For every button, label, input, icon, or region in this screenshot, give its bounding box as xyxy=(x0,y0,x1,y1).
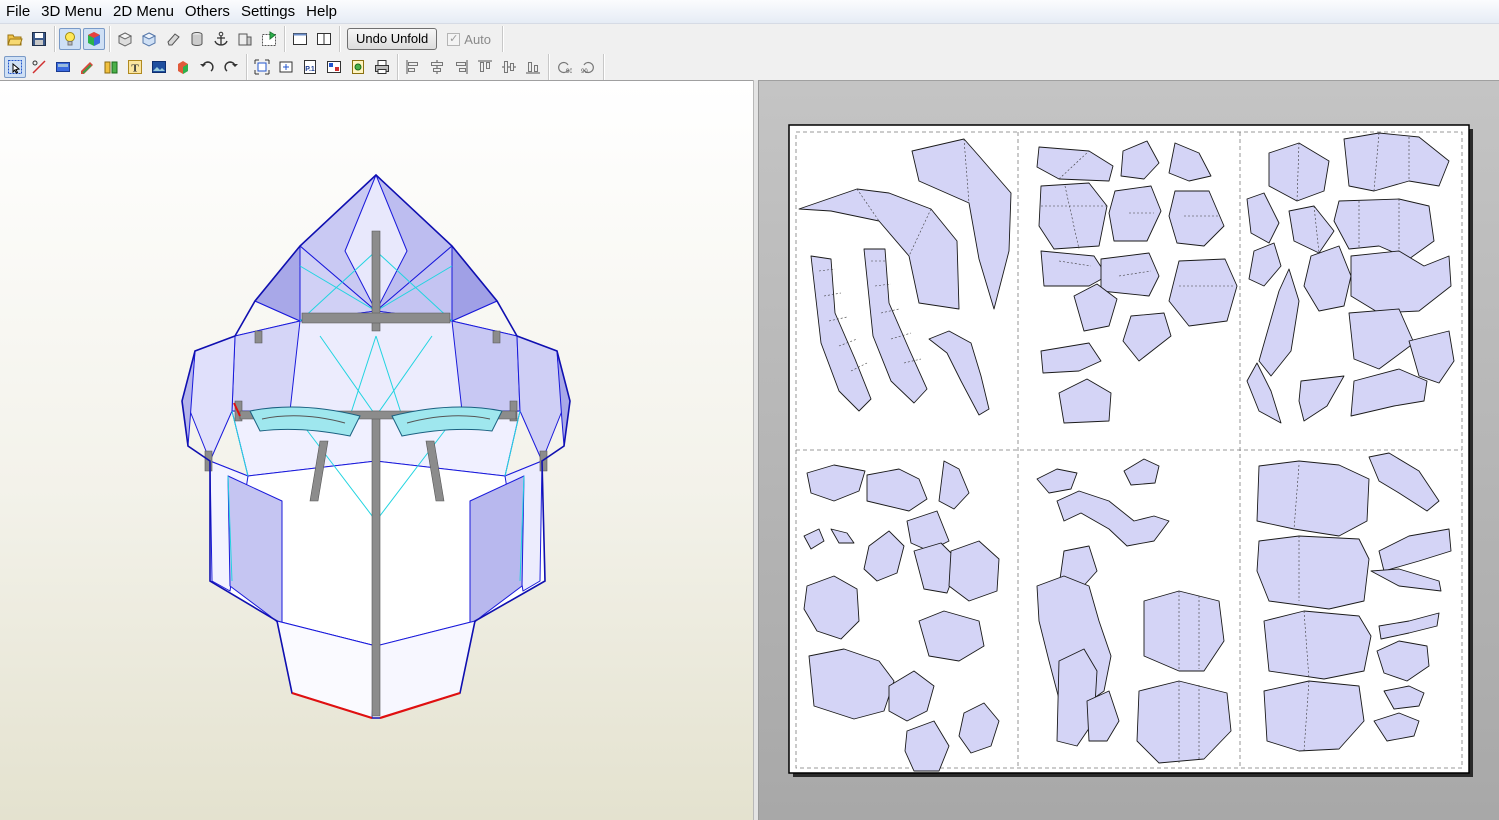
box-edit-icon[interactable] xyxy=(138,28,160,50)
align-group xyxy=(398,54,549,80)
join-icon[interactable] xyxy=(100,56,122,78)
rotate-90-left-icon[interactable]: 90 xyxy=(553,56,575,78)
brush-icon[interactable] xyxy=(76,56,98,78)
fit-icon[interactable] xyxy=(251,56,273,78)
undo-unfold-button[interactable]: Undo Unfold xyxy=(347,28,438,50)
part-icon[interactable] xyxy=(234,28,256,50)
view-toggle-group xyxy=(55,26,110,52)
2d-unfolded-sheet[interactable] xyxy=(759,81,1499,820)
menu-others[interactable]: Others xyxy=(181,1,234,23)
texture-icon[interactable] xyxy=(52,56,74,78)
map-icon[interactable] xyxy=(258,28,280,50)
tools-group xyxy=(110,26,285,52)
settings-icon[interactable] xyxy=(347,56,369,78)
unfold-group: Undo Unfold ✓ Auto xyxy=(340,26,504,52)
align-middle-icon[interactable] xyxy=(498,56,520,78)
svg-text:P.1: P.1 xyxy=(305,66,315,73)
print-icon[interactable] xyxy=(371,56,393,78)
image-icon[interactable] xyxy=(148,56,170,78)
cylinder-icon[interactable] xyxy=(186,28,208,50)
align-left-icon[interactable] xyxy=(402,56,424,78)
menu-help[interactable]: Help xyxy=(302,1,341,23)
edit-tools-group: T xyxy=(0,54,247,80)
anchor-icon[interactable] xyxy=(210,28,232,50)
auto-label: Auto xyxy=(464,31,492,47)
align-right-icon[interactable] xyxy=(450,56,472,78)
menu-file[interactable]: File xyxy=(2,1,34,23)
open-icon[interactable] xyxy=(4,28,26,50)
menu-2d[interactable]: 2D Menu xyxy=(109,1,178,23)
menu-3d[interactable]: 3D Menu xyxy=(37,1,106,23)
print-setup-icon[interactable] xyxy=(323,56,345,78)
svg-text:T: T xyxy=(131,63,139,75)
pepakura-window: File 3D Menu 2D Menu Others Settings Hel… xyxy=(0,0,1499,820)
rotate-90-right-icon[interactable]: 90 xyxy=(577,56,599,78)
eraser-icon[interactable] xyxy=(162,28,184,50)
menu-settings[interactable]: Settings xyxy=(237,1,299,23)
3d-view[interactable] xyxy=(0,80,753,820)
align-center-icon[interactable] xyxy=(426,56,448,78)
color-cube-icon[interactable] xyxy=(83,28,105,50)
box-icon[interactable] xyxy=(114,28,136,50)
3d-helmet-model[interactable] xyxy=(0,81,753,820)
page-icon[interactable]: P.1 xyxy=(299,56,321,78)
align-top-icon[interactable] xyxy=(474,56,496,78)
2d-view[interactable] xyxy=(759,80,1499,820)
auto-checkbox[interactable]: ✓ Auto xyxy=(447,32,491,47)
select-icon[interactable] xyxy=(4,56,26,78)
flip-icon[interactable] xyxy=(275,56,297,78)
text-icon[interactable]: T xyxy=(124,56,146,78)
edge-icon[interactable] xyxy=(28,56,50,78)
page-tools-group: P.1 xyxy=(247,54,398,80)
rotate-90-right-label: 90 xyxy=(581,69,588,75)
edit-toolbar: T P.1 90 90 xyxy=(0,54,1499,80)
file-group xyxy=(0,26,55,52)
color-icon[interactable] xyxy=(172,56,194,78)
layout-group xyxy=(285,26,340,52)
rotate-right-icon[interactable] xyxy=(220,56,242,78)
main-toolbar: Undo Unfold ✓ Auto xyxy=(0,26,1499,52)
menu-bar: File 3D Menu 2D Menu Others Settings Hel… xyxy=(0,0,1499,24)
rotate-group: 90 90 xyxy=(549,54,604,80)
save-icon[interactable] xyxy=(28,28,50,50)
rotate-90-left-label: 90 xyxy=(566,69,572,75)
dual-view-icon[interactable] xyxy=(313,28,335,50)
rotate-left-icon[interactable] xyxy=(196,56,218,78)
align-bottom-icon[interactable] xyxy=(522,56,544,78)
light-icon[interactable] xyxy=(59,28,81,50)
single-view-icon[interactable] xyxy=(289,28,311,50)
auto-check-box[interactable]: ✓ xyxy=(447,32,461,46)
